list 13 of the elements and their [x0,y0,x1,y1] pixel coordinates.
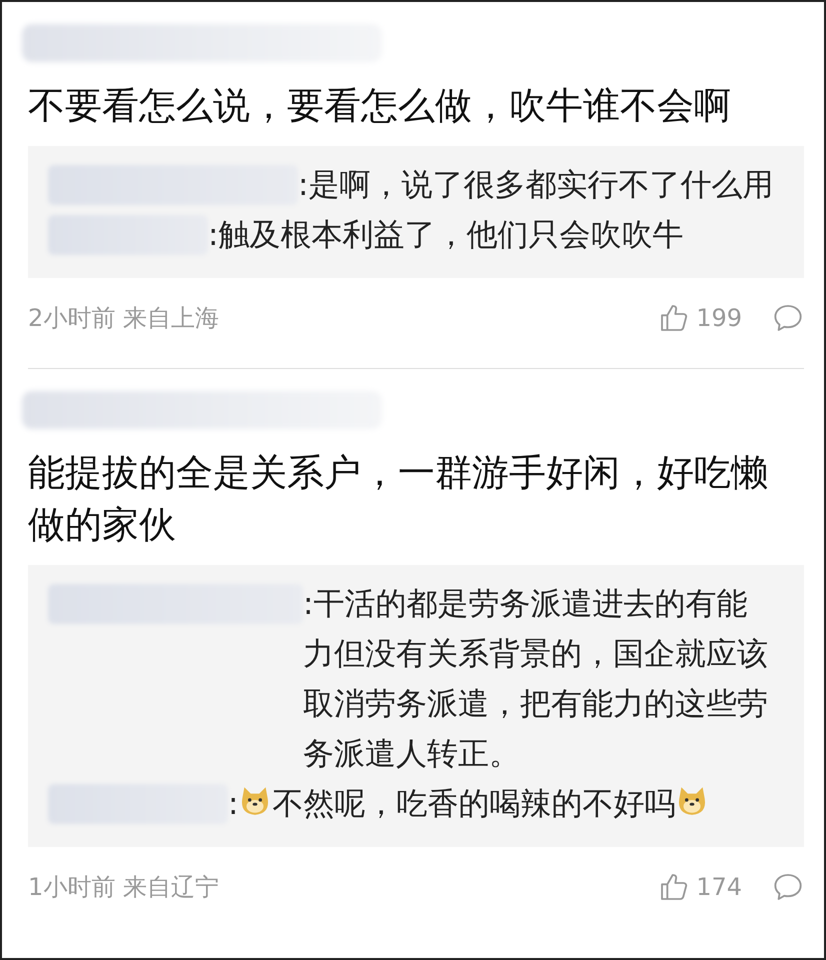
comment-text: 能提拔的全是关系户，一群游手好闲，好吃懒做的家伙 [28,450,769,548]
comment-meta: 1小时前 来自辽宁 [28,872,219,903]
comment-icon[interactable] [772,302,804,334]
reply-text: : [228,786,238,822]
like-button[interactable]: 199 [658,302,742,334]
reply-text: :触及根本利益了，他们只会吹吹牛 [208,217,684,253]
comment-icon[interactable] [772,871,804,903]
reply-text: :干活的都是劳务派遣进去的有能力但没有关系背景的，国企就应该取消劳务派遣，把有能力的这些劳务派遣人转正。 [303,586,768,772]
comment-text: 不要看怎么说，要看怎么做，吹牛谁不会啊 [28,83,732,129]
reply-text: :是啊，说了很多都实行不了什么用 [298,167,774,203]
like-button[interactable]: 174 [658,871,742,903]
reply-text: 不然呢，吃香的喝辣的不好吗 [272,786,676,822]
comment-meta: 2小时前 来自上海 [28,303,219,334]
